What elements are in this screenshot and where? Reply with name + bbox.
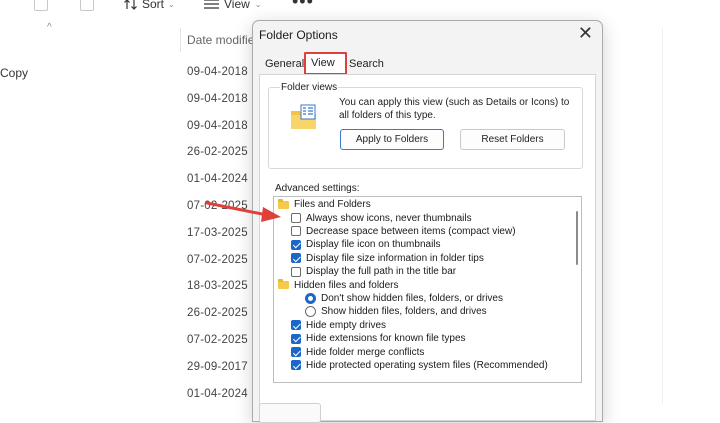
chevron-down-icon: ⌄ [254, 0, 262, 9]
checkbox-checked[interactable] [291, 253, 301, 264]
file-name-partial[interactable]: Copy [0, 66, 28, 80]
column-divider[interactable] [180, 28, 181, 52]
toolbar-action-icon[interactable] [34, 0, 48, 11]
settings-item-label: Files and Folders [294, 199, 371, 211]
settings-radio-item[interactable]: Show hidden files, folders, and drives [305, 305, 487, 318]
checkbox-unchecked[interactable] [291, 213, 301, 224]
advanced-settings-scrollbar[interactable] [576, 211, 578, 265]
settings-item-label: Show hidden files, folders, and drives [321, 306, 487, 318]
settings-item-label: Display file size information in folder … [306, 252, 484, 264]
chevron-down-icon: ⌄ [168, 0, 175, 9]
date-modified-cell[interactable]: 07-02-2025 1 [187, 334, 258, 361]
more-options-button[interactable]: ••• [292, 0, 314, 12]
reset-folders-button[interactable]: Reset Folders [460, 129, 565, 150]
tab-view-highlight-frame [304, 52, 347, 75]
date-modified-cell[interactable]: 17-03-2025 1 [187, 227, 258, 254]
view-label: View [224, 0, 250, 11]
advanced-settings-label: Advanced settings: [275, 183, 360, 194]
settings-item-label: Display the full path in the title bar [306, 266, 457, 278]
folder-views-label: Folder views [280, 82, 339, 93]
folder-icon [278, 279, 289, 290]
settings-item-label: Don't show hidden files, folders, or dri… [321, 292, 503, 304]
sort-icon [124, 0, 137, 10]
settings-item-label: Hide folder merge conflicts [306, 346, 425, 358]
settings-item-label: Hide extensions for known file types [306, 333, 466, 345]
settings-category: Files and Folders [278, 198, 371, 211]
apply-to-folders-button[interactable]: Apply to Folders [340, 129, 444, 150]
settings-checkbox-item[interactable]: Hide empty drives [291, 319, 386, 332]
settings-checkbox-item[interactable]: Hide protected operating system files (R… [291, 359, 548, 372]
checkbox-checked[interactable] [291, 360, 301, 371]
settings-checkbox-item[interactable]: Decrease space between items (compact vi… [291, 225, 516, 238]
pane-divider [662, 28, 663, 404]
radio-unselected[interactable] [305, 306, 316, 318]
settings-checkbox-item[interactable]: Hide folder merge conflicts [291, 345, 424, 358]
close-icon[interactable]: ✕ [578, 23, 593, 44]
checkbox-checked[interactable] [291, 320, 301, 331]
settings-item-label: Hide protected operating system files (R… [306, 359, 548, 371]
advanced-settings-list[interactable]: Files and Folders Always show icons, neve… [273, 196, 582, 383]
settings-item-label: Hide empty drives [306, 319, 387, 331]
date-modified-cell[interactable]: 09-04-2018 1 [187, 93, 258, 120]
settings-item-label: Hidden files and folders [294, 279, 399, 291]
toolbar-delete-icon[interactable] [80, 0, 94, 11]
dialog-bottom-button-partial[interactable] [259, 403, 321, 423]
checkbox-checked[interactable] [291, 347, 301, 358]
folder-views-icon [291, 104, 316, 129]
date-modified-list: 09-04-2018 1 09-04-2018 1 09-04-2018 1 26-0… [187, 66, 258, 414]
sort-label: Sort [142, 0, 165, 11]
checkbox-unchecked[interactable] [291, 226, 301, 237]
checkbox-unchecked[interactable] [291, 266, 301, 277]
date-modified-cell[interactable]: 09-04-2018 1 [187, 120, 258, 147]
radio-selected[interactable] [305, 292, 316, 304]
settings-category: Hidden files and folders [278, 278, 399, 291]
settings-item-label: Display file icon on thumbnails [306, 239, 441, 251]
annotation-arrow-icon [205, 201, 281, 222]
folder-options-dialog: Folder Options ✕ General View Search Fol… [252, 20, 603, 423]
settings-checkbox-item[interactable]: Display the full path in the title bar [291, 265, 456, 278]
date-modified-cell[interactable]: 26-02-2025 1 [187, 307, 258, 334]
checkbox-checked[interactable] [291, 333, 301, 344]
view-lines-icon [204, 0, 219, 9]
view-button[interactable]: View ⌄ [204, 0, 262, 11]
settings-checkbox-item[interactable]: Display file icon on thumbnails [291, 238, 441, 251]
tab-search[interactable]: Search [349, 58, 384, 70]
date-modified-cell[interactable]: 01-04-2024 1 [187, 388, 258, 415]
sort-ascending-icon: ^ [47, 22, 52, 33]
settings-item-label: Decrease space between items (compact vi… [306, 225, 516, 237]
date-modified-cell[interactable]: 09-04-2018 1 [187, 66, 258, 93]
date-modified-cell[interactable]: 26-02-2025 1 [187, 146, 258, 173]
sort-button[interactable]: Sort ⌄ [124, 0, 175, 11]
settings-checkbox-item[interactable]: Hide extensions for known file types [291, 332, 466, 345]
folder-views-description: You can apply this view (such as Details… [339, 97, 570, 121]
settings-radio-item[interactable]: Don't show hidden files, folders, or dri… [305, 292, 503, 305]
settings-checkbox-item[interactable]: Always show icons, never thumbnails [291, 211, 472, 224]
tab-general[interactable]: General [265, 58, 304, 70]
dialog-title: Folder Options [259, 28, 338, 42]
settings-item-label: Always show icons, never thumbnails [306, 212, 472, 224]
settings-checkbox-item[interactable]: Display file size information in folder … [291, 252, 484, 265]
explorer-toolbar: Sort ⌄ View ⌄ ••• [0, 0, 720, 16]
date-modified-cell[interactable]: 29-09-2017 1 [187, 361, 258, 388]
date-modified-cell[interactable]: 18-03-2025 1 [187, 280, 258, 307]
column-header-date-modified[interactable]: Date modifie [187, 33, 254, 47]
checkbox-checked[interactable] [291, 239, 301, 250]
date-modified-cell[interactable]: 07-02-2025 1 [187, 254, 258, 281]
